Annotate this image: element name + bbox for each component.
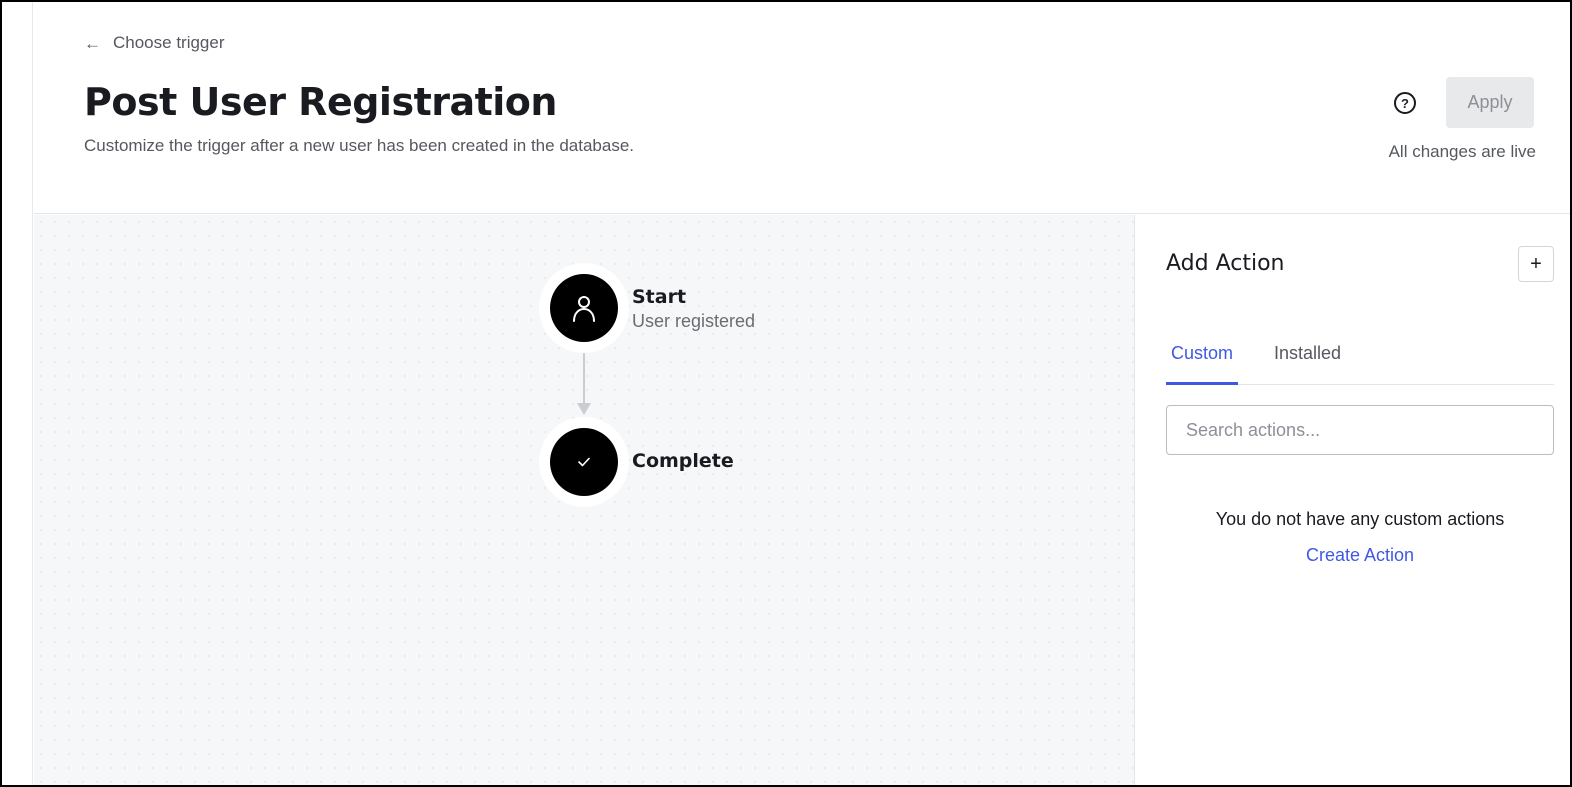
arrow-down-icon	[577, 403, 591, 415]
back-link-label: Choose trigger	[113, 33, 225, 52]
search-actions-input[interactable]	[1166, 405, 1554, 455]
user-icon	[573, 296, 595, 322]
complete-node[interactable]	[539, 417, 629, 507]
complete-node-title: Complete	[632, 450, 734, 472]
tab-installed[interactable]: Installed	[1269, 339, 1346, 385]
plus-icon: +	[1530, 252, 1542, 275]
complete-node-circle	[550, 428, 618, 496]
flow-connector	[583, 353, 585, 405]
panel-title: Add Action	[1166, 251, 1285, 276]
apply-button[interactable]: Apply	[1446, 77, 1534, 128]
start-node[interactable]	[539, 263, 629, 353]
start-node-circle	[550, 274, 618, 342]
back-link[interactable]: ← Choose trigger	[84, 31, 225, 55]
tab-custom[interactable]: Custom	[1166, 339, 1239, 385]
start-node-title: Start	[632, 286, 687, 308]
save-status: All changes are live	[1388, 142, 1536, 161]
start-node-text: Start User registered	[632, 286, 755, 332]
check-icon	[578, 457, 590, 467]
start-node-subtitle: User registered	[632, 311, 756, 331]
complete-node-text: Complete	[632, 450, 734, 472]
page-subtitle: Customize the trigger after a new user h…	[84, 136, 634, 155]
add-action-panel: Add Action + Custom Installed You do not…	[1136, 215, 1570, 785]
app-frame: ← Choose trigger Post User Registration …	[0, 0, 1572, 787]
help-icon-symbol: ?	[1401, 95, 1409, 111]
empty-state-message: You do not have any custom actions	[1215, 509, 1505, 529]
arrow-left-icon: ←	[84, 33, 101, 53]
flow-canvas[interactable]: Start User registered Complete	[34, 215, 1135, 785]
page-header: ← Choose trigger Post User Registration …	[34, 2, 1570, 214]
left-gutter	[2, 2, 33, 785]
add-action-button[interactable]: +	[1518, 246, 1554, 282]
help-icon[interactable]: ?	[1394, 92, 1416, 114]
create-action-link[interactable]: Create Action	[1166, 545, 1554, 566]
page-title: Post User Registration	[84, 80, 557, 124]
action-tabs: Custom Installed	[1166, 339, 1554, 385]
